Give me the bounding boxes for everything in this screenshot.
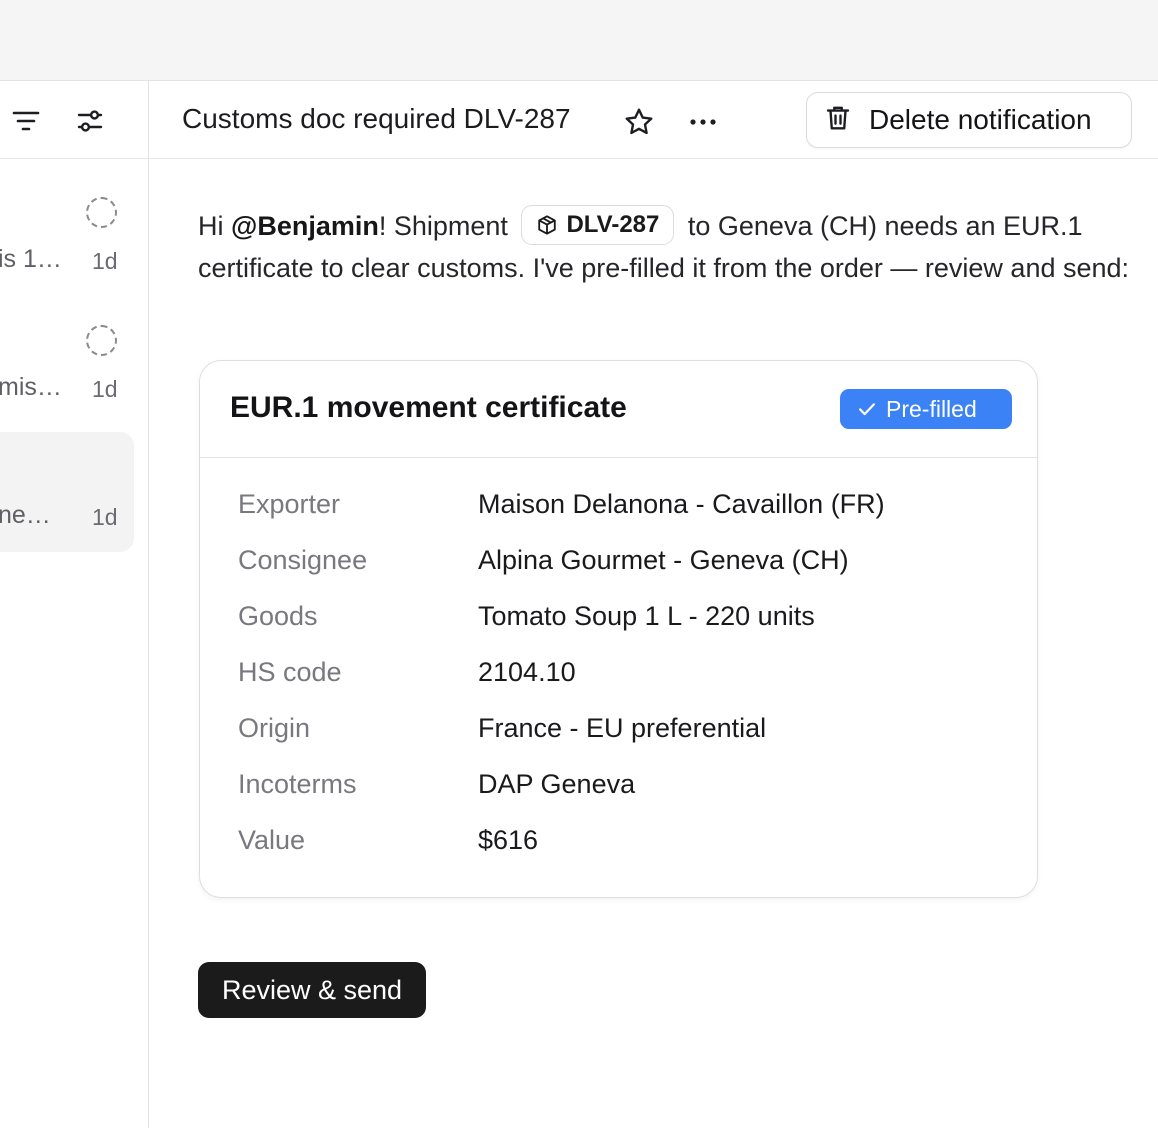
status-circle-icon	[86, 197, 117, 228]
field-row: Value $616	[238, 825, 998, 881]
sidebar-toolbar	[0, 81, 148, 159]
list-item[interactable]: is 1… 1d	[0, 179, 134, 299]
top-bar	[0, 0, 1158, 81]
list-item-age: 1d	[92, 248, 118, 274]
certificate-card-header: EUR.1 movement certificate Pre-filled	[200, 361, 1037, 458]
detail-header: Customs doc required DLV-287 Delete noti…	[150, 81, 1158, 159]
shipment-chip-label: DLV-287	[566, 210, 660, 238]
display-options-icon[interactable]	[76, 107, 104, 135]
review-and-send-button[interactable]: Review & send	[198, 962, 426, 1018]
shipment-chip[interactable]: DLV-287	[521, 204, 675, 245]
list-item-snippet: is 1…	[0, 245, 62, 273]
filter-icon[interactable]	[12, 107, 40, 135]
status-badge: Pre-filled	[840, 389, 1012, 429]
check-icon	[859, 403, 875, 416]
status-circle-icon	[86, 325, 117, 356]
notification-sidebar: is 1… 1d mis… 1d ne… 1d	[0, 81, 149, 1128]
list-item-snippet: mis…	[0, 373, 62, 401]
list-item-age: 1d	[92, 504, 118, 530]
list-item-snippet: ne…	[0, 501, 51, 529]
field-label: Incoterms	[238, 769, 357, 799]
field-value: Alpina Gourmet - Geneva (CH)	[478, 545, 849, 575]
field-label: Exporter	[238, 489, 341, 519]
field-value: Maison Delanona - Cavaillon (FR)	[478, 489, 885, 519]
field-label: Consignee	[238, 545, 368, 575]
star-icon[interactable]	[622, 105, 656, 139]
field-label: Origin	[238, 713, 311, 743]
package-icon	[538, 215, 557, 235]
field-row: HS code 2104.10	[238, 657, 998, 713]
field-value: Tomato Soup 1 L - 220 units	[478, 601, 815, 631]
certificate-fields: Exporter Maison Delanona - Cavaillon (FR)…	[238, 489, 998, 881]
delete-notification-label: Delete notification	[869, 104, 1092, 135]
delete-notification-button[interactable]: Delete notification	[806, 92, 1132, 148]
user-mention[interactable]: @Benjamin	[231, 211, 379, 241]
field-row: Consignee Alpina Gourmet - Geneva (CH)	[238, 545, 998, 601]
page-title: Customs doc required DLV-287	[182, 103, 571, 134]
status-badge-label: Pre-filled	[886, 395, 977, 422]
field-row: Goods Tomato Soup 1 L - 220 units	[238, 601, 998, 657]
more-options-icon[interactable]	[686, 105, 720, 139]
field-value: 2104.10	[478, 657, 576, 687]
certificate-title: EUR.1 movement certificate	[230, 391, 627, 424]
field-label: HS code	[238, 657, 342, 687]
field-value: $616	[478, 825, 539, 855]
field-row: Incoterms DAP Geneva	[238, 769, 998, 825]
field-row: Origin France - EU preferential	[238, 713, 998, 769]
list-item-age: 1d	[92, 376, 118, 402]
message-greeting: Hi	[198, 211, 231, 241]
field-label: Goods	[238, 601, 318, 631]
notification-message: Hi @Benjamin! Shipment DLV-287 to Geneva…	[198, 204, 1138, 288]
list-item[interactable]: mis… 1d	[0, 307, 134, 427]
field-value: DAP Geneva	[478, 769, 636, 799]
field-row: Exporter Maison Delanona - Cavaillon (FR)	[238, 489, 998, 545]
field-value: France - EU preferential	[478, 713, 767, 743]
message-text: ! Shipment	[378, 211, 516, 241]
list-item-selected[interactable]: ne… 1d	[0, 432, 134, 552]
certificate-card: EUR.1 movement certificate Pre-filled Ex…	[199, 360, 1038, 898]
trash-icon	[823, 103, 853, 138]
field-label: Value	[238, 825, 306, 855]
